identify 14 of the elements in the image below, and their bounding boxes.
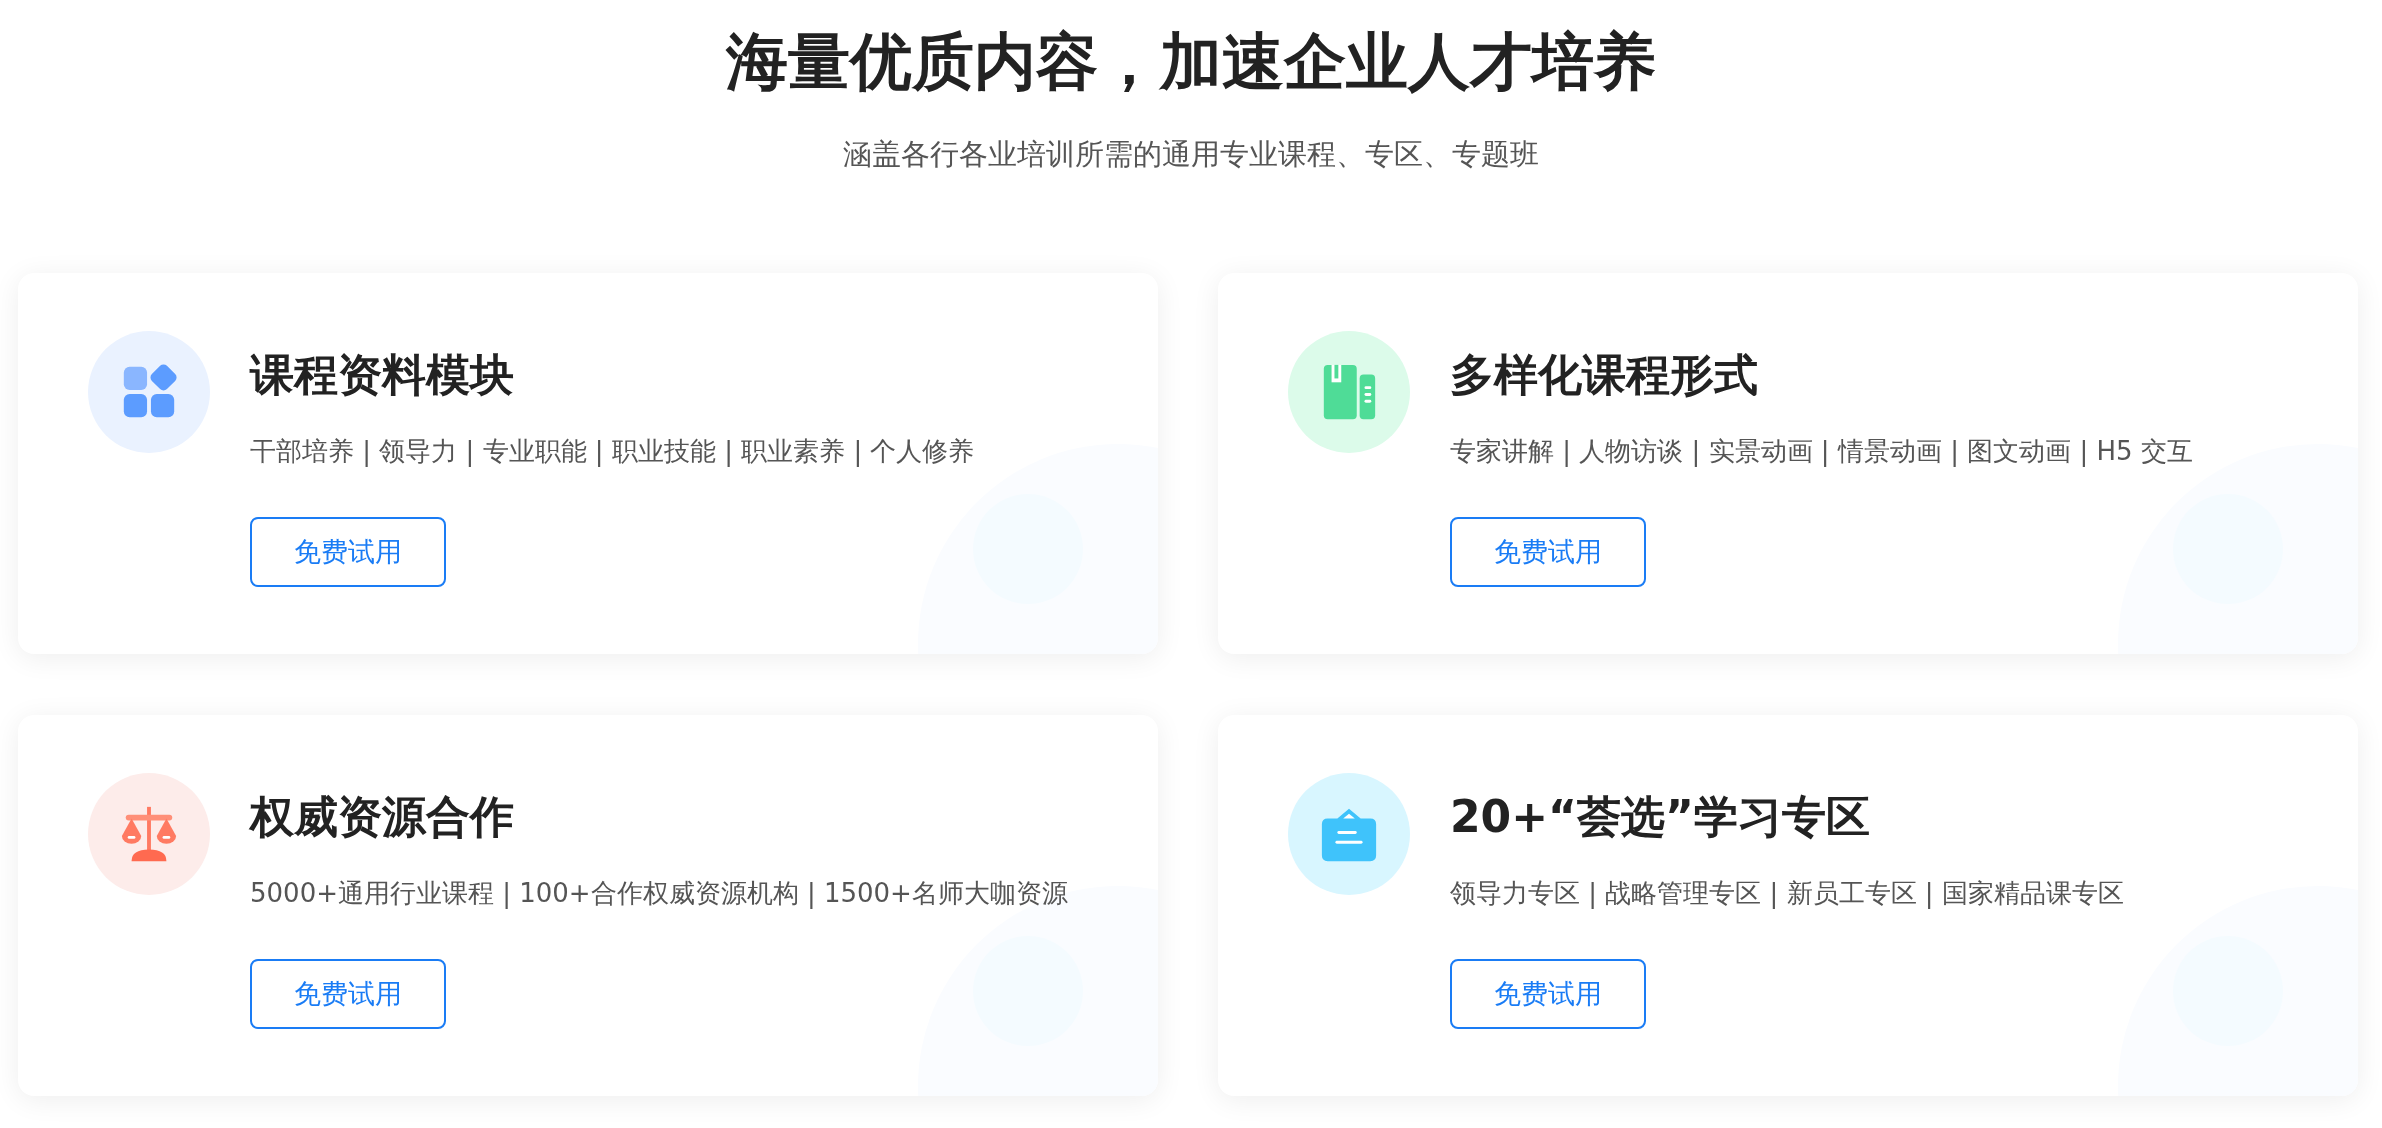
page-subheading: 涵盖各行各业培训所需的通用专业课程、专区、专题班 (843, 136, 1539, 173)
card-tags: 专家讲解 | 人物访谈 | 实景动画 | 情景动画 | 图文动画 | H5 交互 (1450, 433, 2193, 469)
card-tags: 干部培养 | 领导力 | 专业职能 | 职业技能 | 职业素养 | 个人修养 (250, 433, 975, 469)
card-title: 课程资料模块 (250, 348, 514, 402)
card-title: 权威资源合作 (250, 790, 514, 844)
free-trial-button[interactable]: 免费试用 (250, 517, 446, 587)
card-tags: 领导力专区 | 战略管理专区 | 新员工专区 | 国家精品课专区 (1450, 875, 2124, 911)
free-trial-button[interactable]: 免费试用 (1450, 517, 1646, 587)
free-trial-button[interactable]: 免费试用 (1450, 959, 1646, 1029)
card-title: 20+“荟选”学习专区 (1450, 790, 1870, 844)
card-tags: 5000+通用行业课程 | 100+合作权威资源机构 | 1500+名师大咖资源 (250, 875, 1068, 911)
free-trial-button[interactable]: 免费试用 (250, 959, 446, 1029)
page-heading: 海量优质内容，加速企业人才培养 (726, 24, 1656, 100)
card-title: 多样化课程形式 (1450, 348, 1758, 402)
